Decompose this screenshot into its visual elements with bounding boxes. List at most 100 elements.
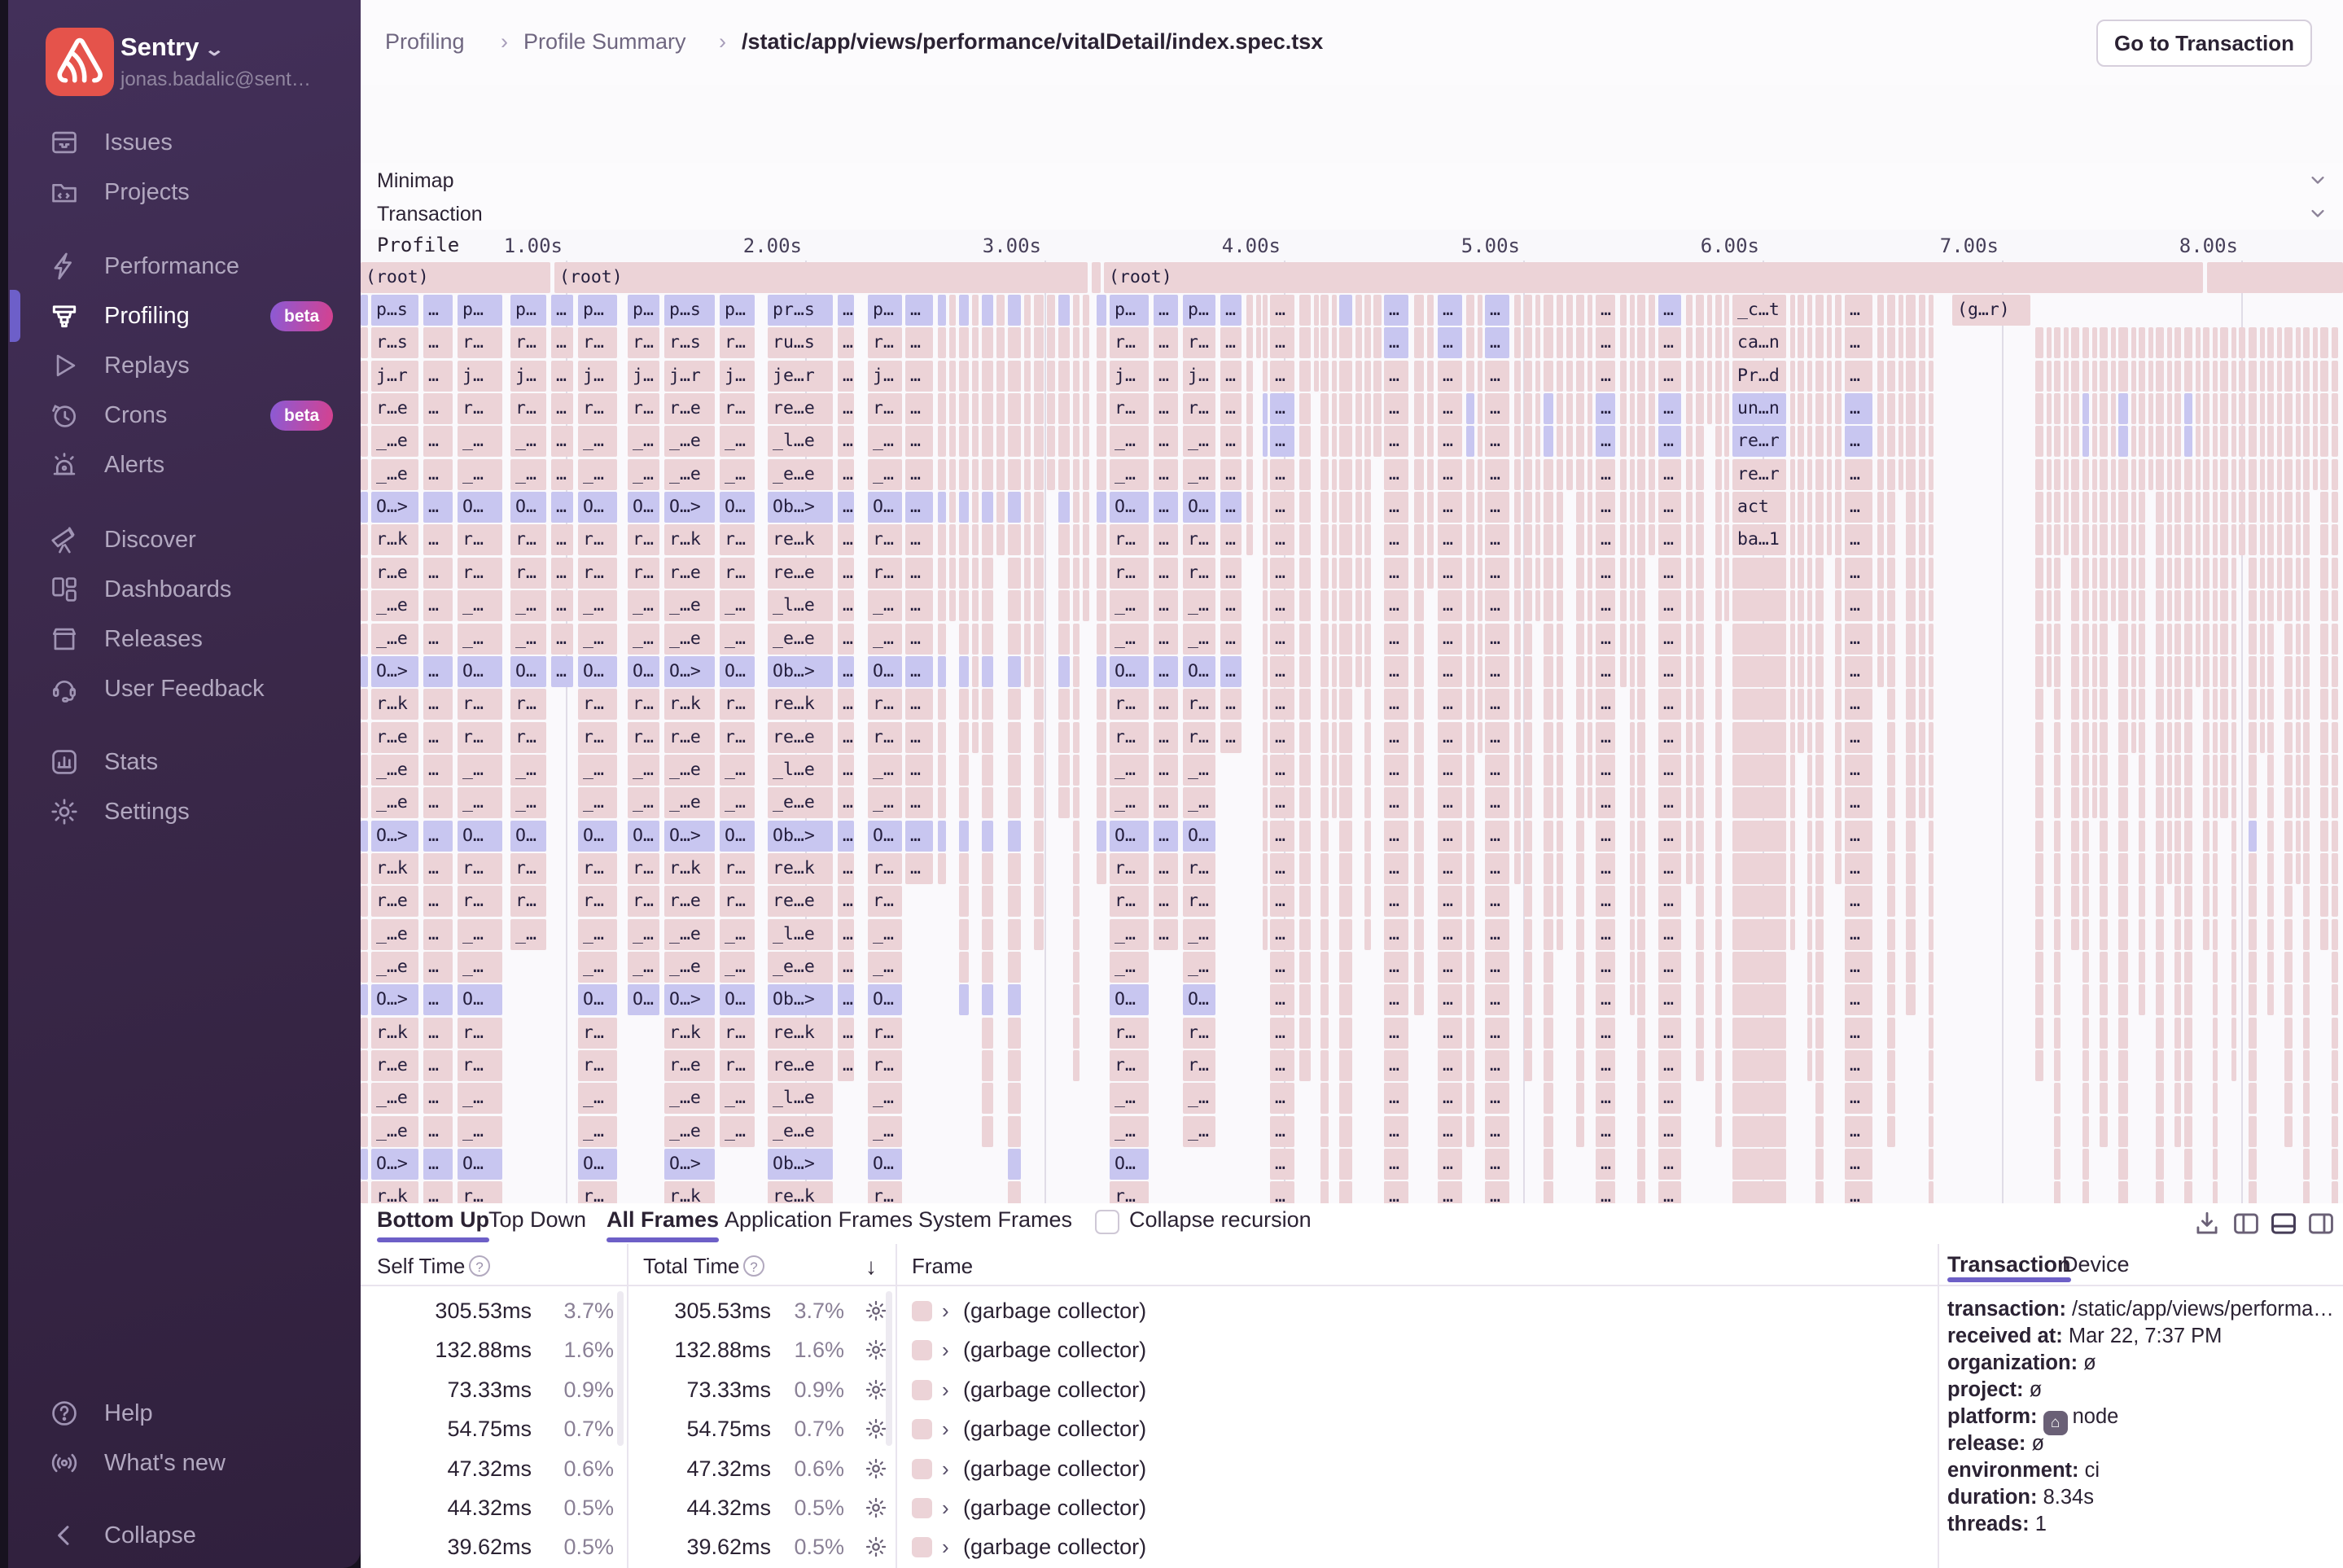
flame-cell[interactable]	[2082, 821, 2089, 852]
flame-cell[interactable]: _…	[1110, 426, 1149, 457]
flame-cell[interactable]	[1364, 327, 1371, 358]
flame-cell[interactable]	[2118, 1083, 2128, 1114]
flame-cell[interactable]	[1524, 361, 1532, 392]
flame-cell[interactable]	[361, 624, 368, 655]
flame-cell[interactable]: …	[423, 919, 453, 950]
flame-cell[interactable]	[1466, 984, 1474, 1015]
flame-cell[interactable]	[959, 361, 969, 392]
flame-cell[interactable]: …	[838, 919, 854, 950]
flame-cell[interactable]	[1887, 492, 1895, 523]
flame-cell[interactable]	[1906, 787, 1916, 818]
flame-cell[interactable]: …	[838, 590, 854, 621]
flame-cell[interactable]: …	[551, 558, 573, 589]
flame-cell[interactable]: _…	[720, 426, 755, 457]
flame-cell[interactable]	[1557, 689, 1563, 720]
flame-cell[interactable]: _…	[868, 459, 902, 490]
flame-cell[interactable]	[1637, 624, 1645, 655]
flame-cell[interactable]	[1332, 492, 1337, 523]
flame-cell[interactable]	[1630, 624, 1635, 655]
flame-cell[interactable]	[2249, 327, 2257, 358]
flame-cell[interactable]: _…	[868, 426, 902, 457]
flame-cell[interactable]: _…	[868, 1083, 902, 1114]
flame-cell[interactable]: …	[1154, 327, 1178, 358]
flame-cell[interactable]	[959, 984, 969, 1015]
flame-cell[interactable]: …	[551, 656, 573, 687]
flame-cell[interactable]	[2064, 492, 2069, 523]
flame-cell[interactable]	[1827, 492, 1832, 523]
flame-cell[interactable]	[1299, 590, 1311, 621]
flame-cell[interactable]	[1034, 492, 1044, 523]
sidebar-item-releases[interactable]: Releases	[8, 617, 361, 661]
flame-cell[interactable]	[2082, 984, 2089, 1015]
flame-cell[interactable]	[2313, 327, 2318, 358]
flame-cell[interactable]	[2332, 459, 2338, 490]
flame-cell[interactable]: …	[1384, 361, 1408, 392]
flame-cell[interactable]	[2203, 524, 2209, 555]
flame-cell[interactable]	[1929, 1050, 1934, 1081]
flame-cell[interactable]	[1906, 492, 1916, 523]
flame-cell[interactable]: r…	[720, 393, 755, 424]
flame-cell[interactable]	[1715, 295, 1722, 326]
flame-cell[interactable]: _…	[578, 590, 617, 621]
flame-cell[interactable]: r…	[868, 558, 902, 589]
flame-cell[interactable]	[1715, 755, 1722, 786]
flame-cell[interactable]	[938, 327, 946, 358]
flame-cell[interactable]: O…	[868, 656, 902, 687]
flame-cell[interactable]	[1097, 755, 1106, 786]
flame-cell[interactable]	[1798, 393, 1804, 424]
flame-cell[interactable]	[2118, 952, 2128, 983]
flame-cell[interactable]	[1630, 787, 1635, 818]
flame-cell[interactable]	[2184, 656, 2192, 687]
flame-cell[interactable]	[1024, 295, 1031, 326]
flame-cell[interactable]	[2320, 821, 2328, 852]
flame-cell[interactable]	[1263, 787, 1268, 818]
flame-cell[interactable]: …	[838, 755, 854, 786]
flame-cell[interactable]	[982, 1083, 993, 1114]
flame-cell[interactable]	[1696, 656, 1704, 687]
flame-cell[interactable]	[1246, 459, 1253, 490]
flame-cell[interactable]	[1637, 590, 1645, 621]
flame-cell[interactable]	[1707, 361, 1712, 392]
flame-cell[interactable]	[2203, 656, 2209, 687]
flame-cell[interactable]	[1835, 755, 1842, 786]
flame-cell[interactable]: …	[1845, 1018, 1872, 1049]
flame-cell[interactable]	[972, 492, 979, 523]
flame-cell[interactable]	[2203, 624, 2209, 655]
flame-cell[interactable]	[1466, 393, 1474, 424]
flame-cell[interactable]	[2284, 361, 2293, 392]
flame-cell[interactable]: …	[1384, 295, 1408, 326]
flame-cell[interactable]	[982, 821, 993, 852]
flame-cell[interactable]: r…	[578, 393, 617, 424]
flame-cell[interactable]	[1620, 624, 1627, 655]
flame-cell[interactable]	[1097, 689, 1106, 720]
flame-cell[interactable]	[2184, 1018, 2192, 1049]
flame-cell[interactable]	[1339, 426, 1352, 457]
flame-cell[interactable]	[1686, 492, 1693, 523]
flame-cell[interactable]	[1332, 361, 1337, 392]
flame-cell[interactable]	[2054, 1083, 2061, 1114]
flame-cell[interactable]: …	[1154, 361, 1178, 392]
flame-cell[interactable]	[1929, 590, 1934, 621]
flame-cell[interactable]	[1807, 919, 1812, 950]
flame-cell[interactable]	[2284, 624, 2293, 655]
flame-cell[interactable]: …	[423, 624, 453, 655]
flame-cell[interactable]: …	[1845, 886, 1872, 917]
flame-cell[interactable]: _…e	[371, 952, 418, 983]
flame-cell[interactable]	[1929, 984, 1934, 1015]
flame-cell[interactable]	[1576, 787, 1584, 818]
flame-cell[interactable]: _…	[868, 590, 902, 621]
flame-cell[interactable]	[2249, 1083, 2257, 1114]
flame-cell[interactable]	[1906, 426, 1916, 457]
flame-cell[interactable]	[982, 624, 993, 655]
flame-cell[interactable]	[1514, 426, 1521, 457]
flame-cell[interactable]	[2203, 590, 2209, 621]
flame-cell[interactable]: _…	[628, 952, 659, 983]
flame-cell[interactable]	[2249, 952, 2257, 983]
flame-cell[interactable]	[2100, 689, 2108, 720]
flame-cell[interactable]	[1514, 524, 1521, 555]
flame-cell[interactable]: …	[423, 952, 453, 983]
flame-cell[interactable]: …	[1438, 1018, 1462, 1049]
flame-cell[interactable]	[1732, 821, 1786, 852]
flame-cell[interactable]	[1576, 689, 1584, 720]
flame-cell[interactable]: …	[1845, 1116, 1872, 1147]
